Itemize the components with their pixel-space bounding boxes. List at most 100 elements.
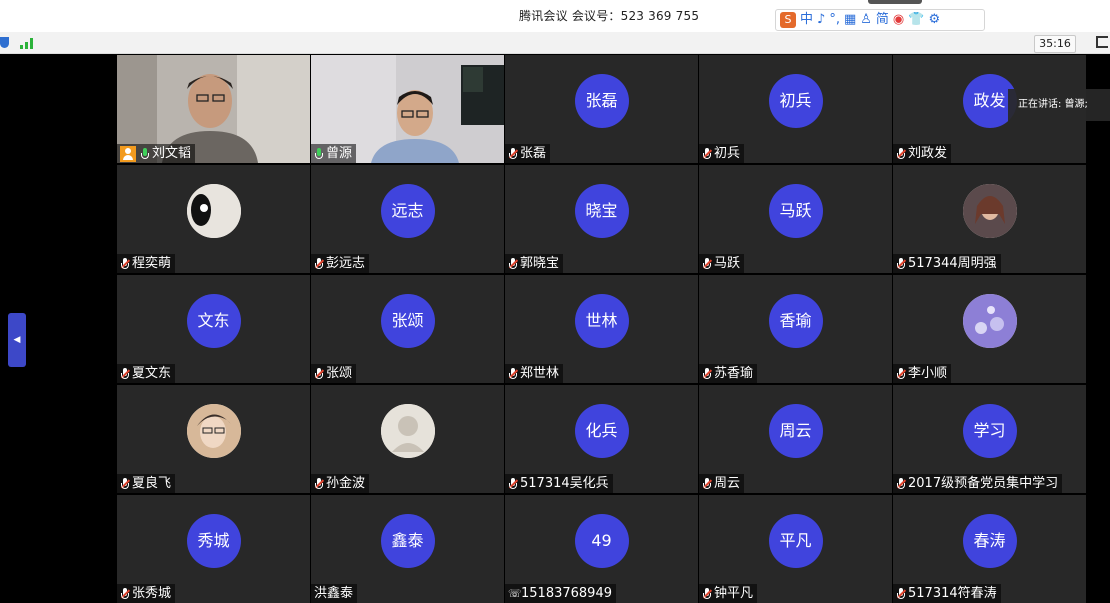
mic-muted-icon <box>896 477 907 490</box>
participant-label: 郭晓宝 <box>505 254 564 273</box>
top-tab-handle[interactable] <box>868 0 922 4</box>
participant-tile[interactable]: 世林 郑世林 <box>505 275 698 383</box>
participant-label: 彭远志 <box>311 254 370 273</box>
participant-tile[interactable]: 远志彭远志 <box>311 165 504 273</box>
participant-avatar: 49 <box>574 514 629 568</box>
participant-tile[interactable]: 学习 2017级预备党员集中学习 <box>893 385 1086 493</box>
signal-icon[interactable] <box>20 38 33 49</box>
ime-punct-icon[interactable]: °, <box>829 11 840 29</box>
mic-muted-icon <box>508 367 519 380</box>
participant-avatar: 平凡 <box>768 514 823 568</box>
participant-label: 2017级预备党员集中学习 <box>893 474 1063 493</box>
shield-icon[interactable] <box>0 37 9 48</box>
participant-label: 周云 <box>699 474 745 493</box>
participant-avatar-photo <box>962 184 1017 238</box>
participant-label: 苏香瑜 <box>699 364 758 383</box>
ime-logo-icon[interactable]: S <box>780 12 796 28</box>
mic-muted-icon <box>314 257 325 270</box>
participant-tile[interactable]: 平凡钟平凡 <box>699 495 892 603</box>
participant-tile[interactable]: 夏良飞 <box>117 385 310 493</box>
participant-label: 517314吴化兵 <box>505 474 613 493</box>
participant-label: 曾源 <box>311 144 357 163</box>
participant-tile[interactable]: 李小顺 <box>893 275 1086 383</box>
participant-name: 夏文东 <box>132 366 172 381</box>
participant-name: 钟平凡 <box>714 586 754 601</box>
participant-name: 刘政发 <box>908 146 948 161</box>
participant-tile[interactable]: 马跃 马跃 <box>699 165 892 273</box>
participant-name: 张颂 <box>326 366 353 381</box>
participant-tile[interactable]: 文东夏文东 <box>117 275 310 383</box>
participant-name: 夏良飞 <box>132 476 172 491</box>
participant-tile[interactable]: 秀城张秀城 <box>117 495 310 603</box>
participant-grid: 刘文韬 曾源 张磊 张磊 初兵 初兵 政发 刘政发 程奕萌 远志 彭远志 晓宝 郭晓宝 马跃 马跃 51734… <box>117 55 1087 603</box>
participant-avatar: 文东 <box>186 294 241 348</box>
participant-name: 517344周明强 <box>908 256 997 271</box>
layout-icon[interactable] <box>1096 36 1108 48</box>
participant-label: 517314符春涛 <box>893 584 1001 603</box>
mic-muted-icon <box>896 587 907 600</box>
participant-avatar: 化兵 <box>574 404 629 458</box>
ime-voice-icon[interactable]: ◉ <box>893 11 904 29</box>
ime-skin-icon[interactable]: 👕 <box>908 11 924 29</box>
ime-keyboard-icon[interactable]: ▦ <box>844 11 856 29</box>
participant-name: 曾源 <box>326 146 353 161</box>
ime-moon-icon[interactable]: ♪ <box>817 11 825 29</box>
participant-avatar-photo <box>962 294 1017 348</box>
participant-avatar: 远志 <box>380 184 435 238</box>
participant-label: ☏ 15183768949 <box>505 584 616 603</box>
participant-tile[interactable]: 49 ☏ 15183768949 <box>505 495 698 603</box>
participant-name: 孙金波 <box>326 476 366 491</box>
participant-name: 15183768949 <box>521 586 612 601</box>
participant-tile[interactable]: 517344周明强 <box>893 165 1086 273</box>
phone-icon: ☏ <box>508 587 522 600</box>
participant-tile[interactable]: 鑫泰洪鑫泰 <box>311 495 504 603</box>
participant-label: 初兵 <box>699 144 745 163</box>
participant-label: 夏文东 <box>117 364 176 383</box>
participant-tile[interactable]: 张磊 张磊 <box>505 55 698 163</box>
mic-muted-icon <box>702 257 713 270</box>
participant-label: 刘文韬 <box>117 144 196 163</box>
participant-label: 517344周明强 <box>893 254 1001 273</box>
participant-tile[interactable]: 春涛 517314符春涛 <box>893 495 1086 603</box>
participant-name: 彭远志 <box>326 256 366 271</box>
mic-muted-icon <box>120 587 131 600</box>
participant-tile[interactable]: 周云 周云 <box>699 385 892 493</box>
participant-tile[interactable]: 香瑜 苏香瑜 <box>699 275 892 383</box>
participant-tile[interactable]: 张颂 张颂 <box>311 275 504 383</box>
participant-avatar: 马跃 <box>768 184 823 238</box>
participant-avatar: 秀城 <box>186 514 241 568</box>
meeting-toolbar: 35:16 <box>0 32 1110 54</box>
participant-name: 程奕萌 <box>132 256 172 271</box>
participant-name: 张秀城 <box>132 586 172 601</box>
participant-label: 张秀城 <box>117 584 176 603</box>
ime-simplified[interactable]: 简 <box>876 11 889 29</box>
participant-label: 李小顺 <box>893 364 952 383</box>
participant-label: 张颂 <box>311 364 357 383</box>
participant-tile[interactable]: 程奕萌 <box>117 165 310 273</box>
mic-muted-icon <box>896 367 907 380</box>
mic-muted-icon <box>896 147 907 160</box>
participant-label: 洪鑫泰 <box>311 584 358 603</box>
participant-tile[interactable]: 曾源 <box>311 55 504 163</box>
ime-settings-icon[interactable]: ⚙ <box>928 11 940 29</box>
participant-name: 初兵 <box>714 146 741 161</box>
participant-tile[interactable]: 孙金波 <box>311 385 504 493</box>
participant-tile[interactable]: 晓宝 郭晓宝 <box>505 165 698 273</box>
title-bar: 腾讯会议 会议号：523 369 755 S 中 ♪ °, ▦ ♙ 简 ◉ 👕 … <box>0 0 1110 32</box>
window-title: 腾讯会议 会议号：523 369 755 <box>519 9 700 23</box>
mic-muted-icon <box>702 147 713 160</box>
ime-toolbar[interactable]: S 中 ♪ °, ▦ ♙ 简 ◉ 👕 ⚙ <box>775 9 985 31</box>
participant-avatar: 鑫泰 <box>380 514 435 568</box>
participant-avatar: 春涛 <box>962 514 1017 568</box>
mic-muted-icon <box>314 477 325 490</box>
mic-muted-icon <box>702 477 713 490</box>
ime-user-icon[interactable]: ♙ <box>860 11 872 29</box>
ime-chinese-mode[interactable]: 中 <box>800 11 813 29</box>
sidebar-toggle-button[interactable]: ◀ <box>8 313 26 367</box>
participant-avatar: 初兵 <box>768 74 823 128</box>
participant-tile[interactable]: 化兵 517314吴化兵 <box>505 385 698 493</box>
participant-name: 郭晓宝 <box>520 256 560 271</box>
participant-tile[interactable]: 刘文韬 <box>117 55 310 163</box>
participant-tile[interactable]: 初兵 初兵 <box>699 55 892 163</box>
participant-name: 洪鑫泰 <box>314 586 354 601</box>
